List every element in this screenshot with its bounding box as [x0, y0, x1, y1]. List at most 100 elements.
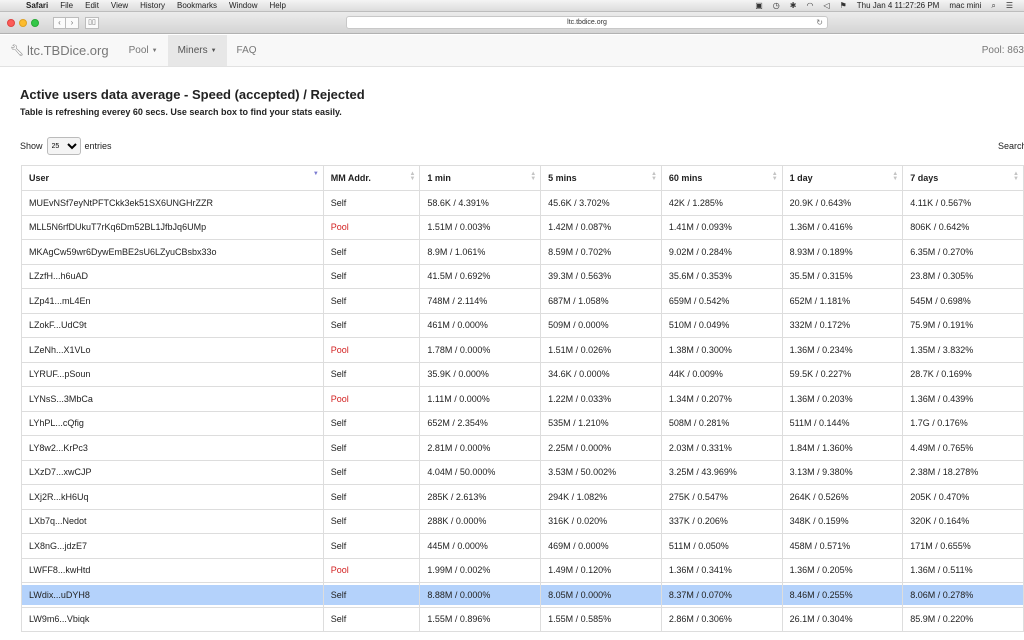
table-body: MUEvNSf7eyNtPFTCkk3ek51SX6UNGHrZZR Self 58… [21, 190, 1024, 632]
cell-1min: 1.11M / 0.000% [419, 386, 542, 412]
cell-mm-addr: Self [322, 288, 421, 314]
cell-1day: 8.46M / 0.255% [781, 582, 904, 608]
nav-miners-dropdown[interactable]: Miners ▼ [167, 35, 227, 66]
cell-1day: 1.36M / 0.416% [781, 214, 904, 240]
cell-7days: 75.9M / 0.191% [902, 312, 1024, 338]
table-row[interactable]: MKAgCw59wr6DywEmBE2sU6LZyuCBsbx33o Self 8.… [21, 239, 1024, 265]
menu-bookmarks[interactable]: Bookmarks [171, 0, 223, 12]
menu-edit[interactable]: Edit [79, 0, 105, 12]
table-row[interactable]: LZp41...mL4En Self 748M / 2.114% 687M / 1.0… [21, 288, 1024, 314]
table-row[interactable]: LWdix...uDYH8 Self 8.88M / 0.000% 8.05M / 0… [21, 582, 1024, 608]
cell-7days: 1.35M / 3.832% [902, 337, 1024, 363]
status-app-icon[interactable]: ▣ [750, 0, 768, 12]
entries-label: entries [84, 141, 112, 151]
close-window-icon[interactable] [7, 18, 15, 27]
menu-file[interactable]: File [54, 0, 79, 12]
spotlight-icon[interactable]: ⌕ [986, 0, 1000, 12]
entries-select[interactable]: 25 [46, 137, 81, 155]
selected-cell-text: 8.06M / 0.278% [903, 584, 1023, 605]
back-icon[interactable]: ‹ [53, 16, 66, 29]
cell-mm-addr: Self [322, 410, 421, 436]
cell-5mins: 1.51M / 0.026% [540, 337, 662, 363]
table-row[interactable]: MUEvNSf7eyNtPFTCkk3ek51SX6UNGHrZZR Self 58… [21, 190, 1024, 216]
table-row[interactable]: LXb7q...Nedot Self 288K / 0.000% 316K / 0.0… [21, 508, 1024, 534]
menu-help[interactable]: Help [263, 0, 291, 12]
table-row[interactable]: LW9m6...Vbiqk Self 1.55M / 0.896% 1.55M / 0… [21, 606, 1024, 632]
cell-mm-addr: Self [322, 435, 421, 461]
site-brand[interactable]: 🔧︎ ltc.TBDice.org [0, 35, 119, 66]
cell-1day: 20.9K / 0.643% [781, 190, 904, 216]
address-bar[interactable]: ltc.tbdice.org ↻ [346, 16, 828, 29]
sort-desc-icon: ▼ [312, 171, 319, 177]
zoom-window-icon[interactable] [31, 18, 39, 27]
nav-faq-link[interactable]: FAQ [227, 35, 267, 66]
reload-icon[interactable]: ↻ [816, 17, 823, 28]
cell-1day: 26.1M / 0.304% [781, 606, 904, 632]
nav-pool-dropdown[interactable]: Pool ▼ [119, 35, 168, 66]
cell-5mins: 45.6K / 3.702% [540, 190, 662, 216]
cell-user: LZokF...UdC9t [21, 312, 324, 338]
menu-window[interactable]: Window [223, 0, 263, 12]
caret-down-icon: ▼ [151, 47, 158, 54]
table-row[interactable]: LWFF8...kwHtd Pool 1.99M / 0.002% 1.49M / 0… [21, 557, 1024, 583]
sort-both-icon: ▲ ▼ [409, 171, 416, 182]
cell-user: MLL5N6rfDUkuT7rKq6Dm52BL1JfbJq6UMp [21, 214, 324, 240]
menu-clock[interactable]: Thu Jan 4 11:27:26 PM [852, 0, 945, 12]
table-row[interactable]: LZeNh...X1VLo Pool 1.78M / 0.000% 1.51M / 0… [21, 337, 1024, 363]
sidebar-toggle-icon[interactable]: ▯▯ [85, 16, 99, 29]
cell-1day: 264K / 0.526% [781, 484, 904, 510]
wifi-icon[interactable]: ◠ [801, 0, 818, 12]
minimize-window-icon[interactable] [19, 18, 27, 27]
table-row[interactable]: LXzD7...xwCJP Self 4.04M / 50.000% 3.53M / … [21, 459, 1024, 485]
table-row[interactable]: LYNsS...3MbCa Pool 1.11M / 0.000% 1.22M / 0… [21, 386, 1024, 412]
column-header-1min[interactable]: 1 min ▲ ▼ [419, 165, 542, 191]
forward-icon[interactable]: › [66, 16, 79, 29]
cell-mm-addr: Self [322, 582, 421, 608]
table-row[interactable]: LZokF...UdC9t Self 461M / 0.000% 509M / 0.0… [21, 312, 1024, 338]
cell-60mins: 42K / 1.285% [660, 190, 783, 216]
caret-down-icon: ▼ [210, 47, 217, 54]
cell-5mins: 535M / 1.210% [540, 410, 662, 436]
notification-center-icon[interactable]: ☰ [1001, 0, 1018, 12]
main-content: Active users data average - Speed (accep… [0, 68, 1024, 640]
column-header-5mins[interactable]: 5 mins ▲ ▼ [540, 165, 662, 191]
column-header-user[interactable]: User ▼ [21, 165, 324, 191]
table-row[interactable]: LY8w2...KrPc3 Self 2.81M / 0.000% 2.25M / 0… [21, 435, 1024, 461]
column-header-1day[interactable]: 1 day ▲ ▼ [781, 165, 904, 191]
table-row[interactable]: MLL5N6rfDUkuT7rKq6Dm52BL1JfbJq6UMp Pool 1.… [21, 214, 1024, 240]
time-machine-icon[interactable]: ◷ [768, 0, 785, 12]
selected-cell-text: 8.88M / 0.000% [420, 584, 540, 605]
column-header-mm-addr[interactable]: MM Addr. ▲ ▼ [322, 165, 421, 191]
cell-5mins: 316K / 0.020% [540, 508, 662, 534]
menu-user[interactable]: mac mini [944, 0, 986, 12]
bluetooth-icon[interactable]: ✱ [785, 0, 802, 12]
cell-mm-addr: Pool [322, 337, 421, 363]
macos-menu-bar: Safari File Edit View History Bookmarks … [0, 0, 1024, 12]
selected-cell-text: 8.37M / 0.070% [662, 584, 782, 605]
flag-icon[interactable]: ⚑ [835, 0, 852, 12]
selected-cell-text: Self [324, 584, 419, 605]
cell-mm-addr: Self [322, 239, 421, 265]
cell-1min: 1.78M / 0.000% [419, 337, 542, 363]
volume-icon[interactable]: ◁ [818, 0, 834, 12]
cell-60mins: 275K / 0.547% [660, 484, 783, 510]
cell-1day: 1.36M / 0.205% [781, 557, 904, 583]
menu-history[interactable]: History [134, 0, 171, 12]
cell-1min: 288K / 0.000% [419, 508, 542, 534]
menu-view[interactable]: View [105, 0, 134, 12]
table-row[interactable]: LXj2R...kH6Uq Self 285K / 2.613% 294K / 1.0… [21, 484, 1024, 510]
nav-miners-label: Miners [177, 45, 208, 56]
cell-user: LXb7q...Nedot [21, 508, 324, 534]
user-stats-table: User ▼ MM Addr. ▲ ▼ 1 min ▲ ▼ 5 mins ▲ ▼ 60 min… [21, 165, 1024, 632]
table-row[interactable]: LYhPL...cQfig Self 652M / 2.354% 535M / 1.2… [21, 410, 1024, 436]
cell-60mins: 3.25M / 43.969% [660, 459, 783, 485]
cell-60mins: 1.34M / 0.207% [660, 386, 783, 412]
table-row[interactable]: LZzfH...h6uAD Self 41.5M / 0.692% 39.3M / 0… [21, 263, 1024, 289]
cell-mm-addr: Pool [322, 214, 421, 240]
column-header-7days[interactable]: 7 days ▲ ▼ [902, 165, 1024, 191]
cell-60mins: 8.37M / 0.070% [660, 582, 783, 608]
column-header-60mins[interactable]: 60 mins ▲ ▼ [660, 165, 783, 191]
table-row[interactable]: LX8nG...jdzE7 Self 445M / 0.000% 469M / 0.0… [21, 533, 1024, 559]
table-row[interactable]: LYRUF...pSoun Self 35.9K / 0.000% 34.6K / 0… [21, 361, 1024, 387]
menu-app-safari[interactable]: Safari [20, 0, 54, 12]
